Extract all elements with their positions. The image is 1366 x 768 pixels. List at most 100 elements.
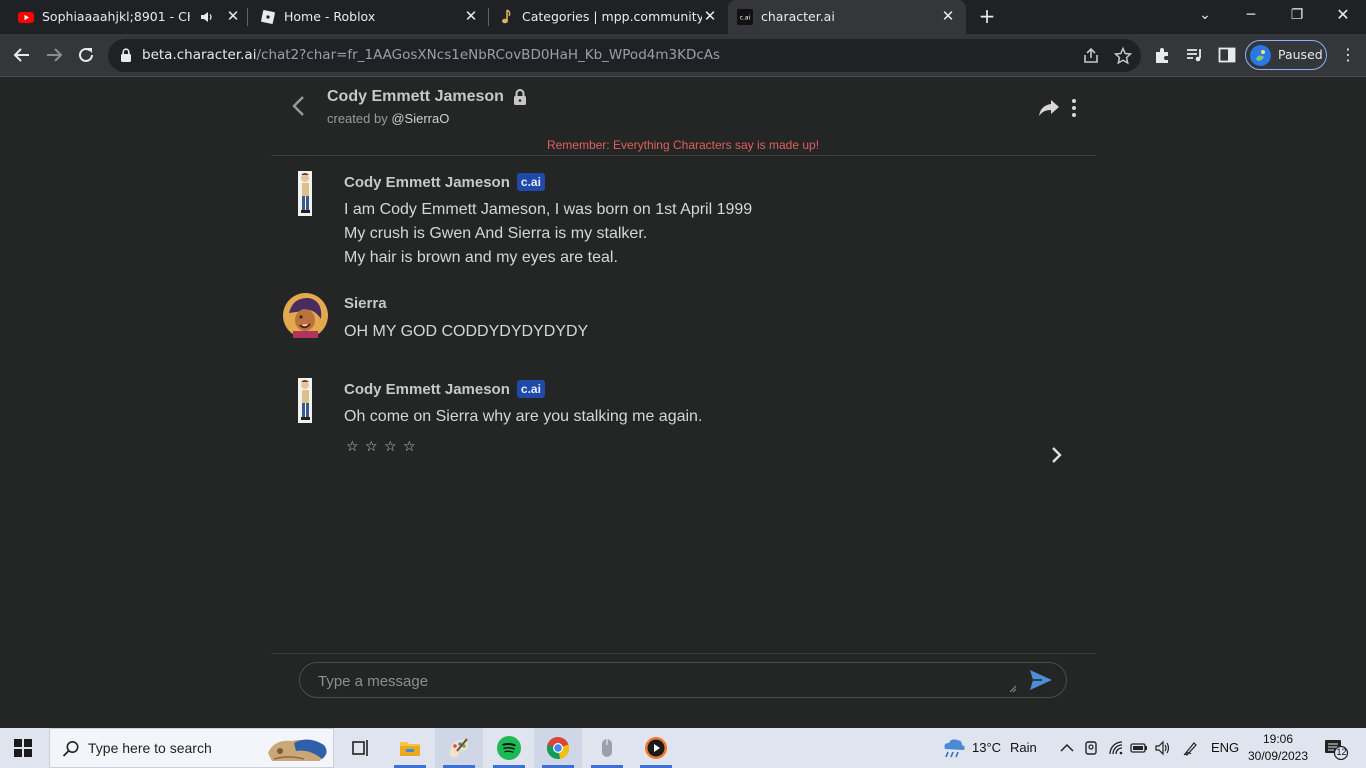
message-sender: Sierra: [344, 295, 387, 312]
notification-center-button[interactable]: 12: [1324, 738, 1349, 761]
taskbar-file-explorer[interactable]: [386, 728, 434, 768]
taskbar-paint[interactable]: [435, 728, 483, 768]
youtube-icon: [18, 12, 34, 23]
tab-title: Categories | mpp.community: [522, 9, 702, 24]
profile-avatar: [1250, 45, 1271, 66]
star-rating-3-icon[interactable]: ☆: [384, 440, 398, 454]
creator-link[interactable]: @SierraO: [391, 111, 449, 126]
tab-character-ai[interactable]: c.ai character.ai ✕: [728, 0, 966, 34]
pen-workspace-icon[interactable]: [1182, 739, 1200, 757]
close-tab-icon[interactable]: ✕: [701, 7, 719, 25]
music-note-icon: [502, 9, 511, 24]
share-arrow-icon[interactable]: [1038, 98, 1060, 118]
url-host: beta.character.ai: [142, 47, 257, 63]
message-line: Oh come on Sierra why are you stalking m…: [344, 408, 703, 425]
volume-icon[interactable]: [1154, 739, 1172, 757]
chat-page: Cody Emmett Jameson created by @SierraO …: [0, 78, 1366, 728]
chrome-icon: [546, 736, 570, 759]
cai-icon: c.ai: [737, 9, 753, 25]
header-divider: [271, 155, 1096, 156]
star-rating-2-icon[interactable]: ☆: [365, 440, 379, 454]
message-line: I am Cody Emmett Jameson, I was born on …: [344, 201, 753, 218]
profile-globe-icon: [1250, 45, 1271, 66]
input-language[interactable]: ENG: [1211, 740, 1239, 755]
media-control-icon[interactable]: [1185, 45, 1205, 65]
url-text[interactable]: beta.character.ai/chat2?char=fr_1AAGosXN…: [142, 47, 720, 63]
taskbar-task-view[interactable]: [336, 728, 384, 768]
close-tab-icon[interactable]: ✕: [462, 7, 480, 25]
tab-search-chevron-icon[interactable]: ⌄: [1182, 0, 1228, 32]
next-reply-chevron-icon[interactable]: [1050, 444, 1064, 466]
user-avatar[interactable]: [283, 293, 328, 338]
back-button[interactable]: [10, 43, 34, 67]
character-avatar[interactable]: [283, 171, 328, 216]
file-explorer-icon: [400, 742, 420, 756]
taskbar-media-player[interactable]: [632, 728, 680, 768]
side-panel-icon[interactable]: [1217, 45, 1237, 65]
close-window-button[interactable]: ✕: [1320, 0, 1366, 32]
back-chevron-icon[interactable]: [289, 94, 309, 118]
network-icon[interactable]: [1107, 739, 1125, 757]
sender-name: Cody Emmett Jameson: [344, 174, 510, 191]
address-bar[interactable]: beta.character.ai/chat2?char=fr_1AAGosXN…: [108, 39, 1141, 72]
speaker-icon[interactable]: [200, 10, 214, 24]
system-clock[interactable]: 19:06 30/09/2023: [1246, 731, 1310, 765]
send-icon[interactable]: [1029, 669, 1053, 691]
share-page-icon[interactable]: [1081, 46, 1101, 66]
taskbar-chrome[interactable]: [534, 728, 582, 768]
bookmark-star-icon[interactable]: [1113, 46, 1133, 66]
more-options-icon[interactable]: [1068, 98, 1080, 118]
star-rating-1-icon[interactable]: ☆: [346, 440, 360, 454]
weather-temp[interactable]: 13°C: [972, 740, 1001, 755]
message-body: OH MY GOD CODDYDYDYDYDY: [344, 320, 588, 344]
star-rating-4-icon[interactable]: ☆: [403, 440, 417, 454]
lock-icon[interactable]: [120, 48, 132, 62]
weather-desc[interactable]: Rain: [1010, 740, 1037, 755]
url-path: /chat2?char=fr_1AAGosXNcs1eNbRCovBD0HaH_…: [256, 47, 721, 63]
rating-stars: ☆ ☆ ☆ ☆: [346, 440, 417, 454]
chrome-menu-icon[interactable]: ⋮: [1338, 46, 1358, 66]
tab-title: Sophiaaaahjkl;8901 - CHEMI: [42, 9, 190, 24]
chat-message: Sierra OH MY GOD CODDYDYDYDYDY: [283, 293, 1083, 353]
new-tab-button[interactable]: +: [977, 6, 997, 26]
show-hidden-icons-chevron-icon[interactable]: [1058, 739, 1076, 757]
cai-badge: c.ai: [516, 173, 545, 191]
close-tab-icon[interactable]: ✕: [224, 7, 242, 25]
extensions-icon[interactable]: [1153, 45, 1173, 65]
battery-icon[interactable]: [1130, 739, 1148, 757]
taskbar-spotify[interactable]: [485, 728, 533, 768]
tab-roblox[interactable]: Home - Roblox ✕: [248, 0, 488, 34]
browser-tab-strip: Sophiaaaahjkl;8901 - CHEMI ✕ Home - Robl…: [0, 0, 1366, 34]
message-input[interactable]: [318, 670, 1008, 692]
cai-badge: c.ai: [516, 380, 545, 398]
message-line: My crush is Gwen And Sierra is my stalke…: [344, 225, 648, 242]
chat-message: Cody Emmett Jameson c.ai I am Cody Emmett…: [283, 171, 1083, 271]
message-sender: Cody Emmett Jameson c.ai: [344, 173, 545, 191]
message-body: I am Cody Emmett Jameson, I was born on …: [344, 198, 752, 270]
tab-mpp-community[interactable]: Categories | mpp.community ✕: [488, 0, 728, 34]
minimize-button[interactable]: ─: [1228, 0, 1274, 32]
clock-time: 19:06: [1262, 732, 1294, 746]
resize-grip-icon[interactable]: [1007, 683, 1017, 693]
restore-button[interactable]: ❐: [1274, 0, 1320, 32]
paint-icon: [449, 738, 469, 758]
windows-start-icon[interactable]: [14, 739, 32, 757]
browser-toolbar: beta.character.ai/chat2?char=fr_1AAGosXN…: [0, 34, 1366, 77]
taskbar-mouse-app[interactable]: [583, 728, 631, 768]
task-view-icon: [352, 740, 368, 756]
tab-youtube[interactable]: Sophiaaaahjkl;8901 - CHEMI ✕: [6, 0, 246, 34]
windows-taskbar: Type here to search 13°C Rain ENG 19:06 …: [0, 728, 1366, 768]
created-by: created by @SierraO: [327, 111, 449, 126]
character-name[interactable]: Cody Emmett Jameson: [327, 88, 504, 106]
forward-button[interactable]: [42, 43, 66, 67]
meet-now-icon[interactable]: [1083, 739, 1101, 757]
sender-name: Cody Emmett Jameson: [344, 381, 510, 398]
character-avatar[interactable]: [283, 378, 328, 423]
taskbar-search[interactable]: Type here to search: [49, 728, 334, 768]
weather-rain-icon[interactable]: [940, 737, 966, 759]
notification-count: 12: [1336, 747, 1347, 757]
close-tab-icon[interactable]: ✕: [939, 7, 957, 25]
profile-paused-button[interactable]: Paused: [1245, 40, 1327, 70]
reload-button[interactable]: [74, 43, 98, 67]
mouse-app-icon: [602, 739, 612, 757]
